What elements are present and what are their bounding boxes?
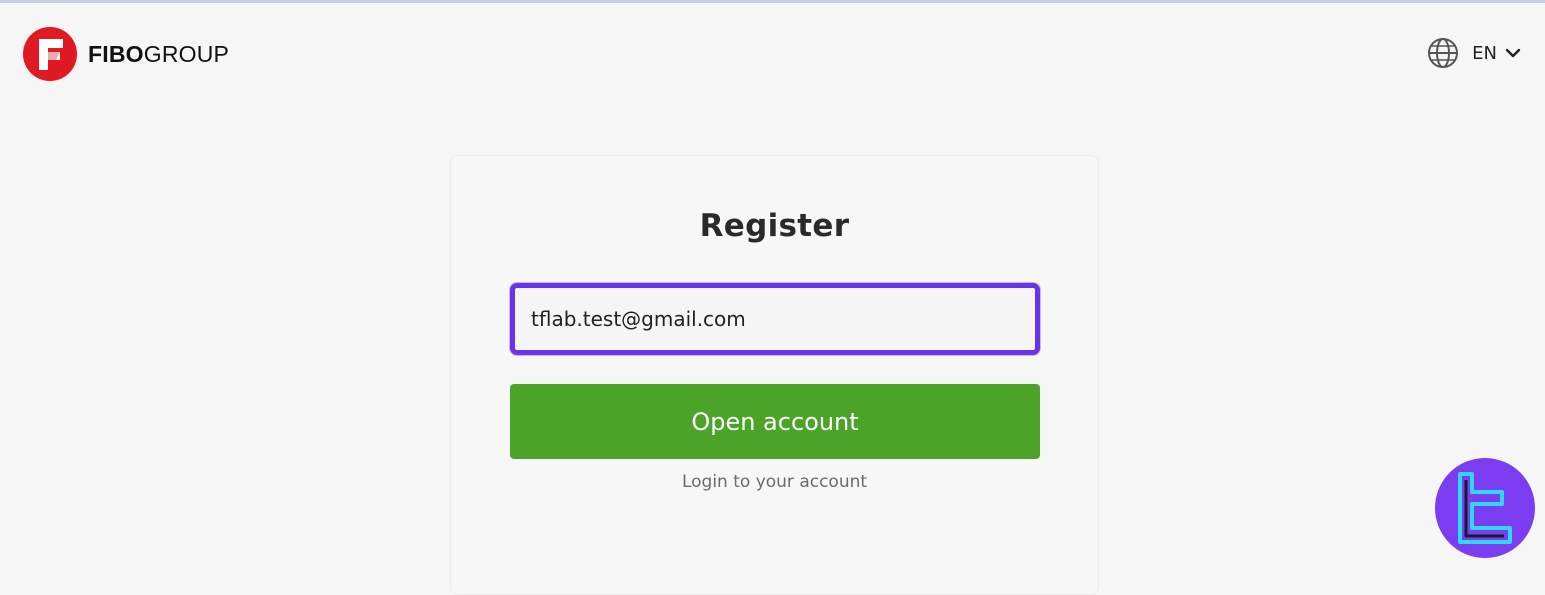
fibo-logo-icon bbox=[23, 27, 77, 81]
register-card: Register Open account Login to your acco… bbox=[450, 155, 1099, 595]
logo-regular-text: GROUP bbox=[143, 40, 230, 67]
language-selector[interactable]: EN bbox=[1426, 37, 1521, 69]
email-input[interactable] bbox=[510, 283, 1040, 355]
tradingfinder-badge-icon bbox=[1458, 472, 1512, 544]
logo-wordmark: FIBOGROUP bbox=[88, 41, 229, 68]
browser-top-border bbox=[0, 0, 1545, 3]
login-link[interactable]: Login to your account bbox=[451, 472, 1098, 492]
fibogroup-logo[interactable]: FIBOGROUP bbox=[22, 26, 229, 82]
language-label: EN bbox=[1472, 42, 1497, 64]
register-title: Register bbox=[699, 208, 850, 244]
globe-icon bbox=[1428, 38, 1459, 68]
tradingfinder-badge bbox=[1435, 458, 1535, 558]
logo-bold-text: FIBO bbox=[88, 40, 144, 67]
open-account-button[interactable]: Open account bbox=[510, 384, 1040, 459]
chevron-down-icon bbox=[1505, 48, 1521, 58]
